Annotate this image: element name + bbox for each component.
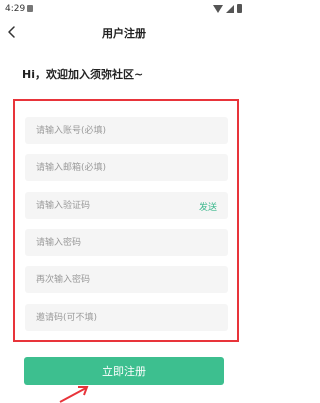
page-title: 用户注册	[102, 27, 146, 40]
account-input[interactable]	[25, 117, 185, 144]
confirm-password-input[interactable]	[25, 266, 185, 293]
arrow-annotation-icon	[59, 386, 89, 403]
invite-code-input[interactable]	[25, 304, 185, 331]
register-button[interactable]: 立即注册	[24, 357, 224, 385]
password-input[interactable]	[25, 229, 185, 256]
battery-icon	[237, 4, 242, 13]
account-field	[25, 117, 228, 144]
email-input[interactable]	[25, 154, 185, 181]
verification-code-input[interactable]	[25, 192, 185, 219]
status-bar: 4:29	[0, 0, 248, 18]
registration-form: 发送	[13, 99, 239, 342]
nav-bar: 用户注册	[0, 18, 248, 46]
verification-code-field: 发送	[25, 192, 228, 219]
wifi-icon	[213, 4, 223, 13]
signal-icon	[226, 4, 234, 13]
greeting-text: Hi，欢迎加入须弥社区~	[22, 68, 144, 81]
confirm-password-field	[25, 266, 228, 293]
password-field	[25, 229, 228, 256]
email-field	[25, 154, 228, 181]
sim-card-icon	[27, 5, 33, 12]
status-indicators	[213, 4, 242, 13]
send-code-button[interactable]: 发送	[199, 200, 217, 213]
invite-code-field	[25, 304, 228, 331]
status-time: 4:29	[5, 4, 26, 14]
